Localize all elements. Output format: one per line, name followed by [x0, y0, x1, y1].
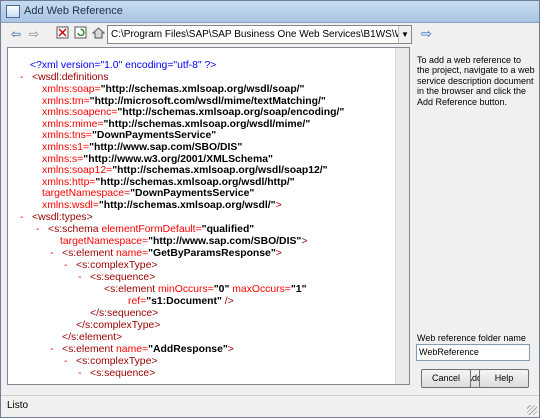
title-bar: Add Web Reference — [1, 1, 539, 23]
schema-open: - <s:schema elementFormDefault="qualified… — [36, 224, 255, 236]
attribute-name: xmlns:soap= — [42, 84, 101, 95]
definitions-attribute: xmlns:wsdl="http://schemas.xmlsoap.org/w… — [42, 200, 282, 212]
chevron-down-icon[interactable]: ▼ — [398, 26, 411, 43]
attribute-name: xmlns:soapenc= — [42, 107, 118, 119]
attribute-value: "http://schemas.xmlsoap.org/wsdl/http/" — [95, 176, 295, 188]
schema-target-namespace: targetNamespace="http://www.sap.com/SBO/… — [60, 236, 308, 247]
complextype-open: - <s:complexType> — [64, 260, 158, 272]
xml-declaration: <?xml version="1.0" encoding="utf-8" ?> — [30, 60, 217, 71]
collapse-toggle[interactable]: - — [78, 272, 90, 284]
attribute-value: "DownPaymentsService" — [91, 130, 217, 142]
collapse-toggle[interactable]: - — [20, 72, 32, 84]
wsdl-browser-pane[interactable]: <?xml version="1.0" encoding="utf-8" ?> … — [7, 47, 410, 385]
home-icon[interactable] — [91, 26, 105, 43]
definitions-attribute: xmlns:s1="http://www.sap.com/SBO/DIS" — [42, 142, 242, 154]
help-button[interactable]: Help — [479, 369, 529, 388]
definitions-attribute: xmlns:s="http://www.w3.org/2001/XMLSchem… — [42, 154, 273, 166]
sequence-open: - <s:sequence> — [78, 368, 156, 380]
attribute-value: "http://www.w3.org/2001/XMLSchema" — [83, 153, 273, 165]
attribute-name: xmlns:wsdl= — [42, 200, 99, 211]
window-title: Add Web Reference — [24, 5, 123, 17]
inner-element: <s:element minOccurs="0" maxOccurs="1" — [104, 284, 307, 295]
folder-name-input[interactable]: WebReference — [416, 344, 530, 361]
sequence-close: </s:sequence> — [90, 308, 159, 319]
complextype-close: </s:complexType> — [76, 320, 161, 331]
definitions-attribute: targetNamespace="DownPaymentsService" — [42, 188, 254, 200]
toolbar: ⇦ ⇨ C:\Program Files\SAP\SAP Business On… — [3, 24, 537, 46]
sequence-open: - <s:sequence> — [78, 272, 156, 284]
collapse-toggle[interactable]: - — [20, 212, 32, 224]
status-bar: Listo — [1, 395, 539, 417]
attribute-value: "http://schemas.xmlsoap.org/soap/encodin… — [117, 107, 345, 119]
types-open: - <wsdl:types> — [20, 212, 93, 224]
tag-close: > — [275, 200, 282, 211]
resize-grip[interactable] — [527, 405, 537, 415]
collapse-toggle[interactable]: - — [50, 248, 62, 260]
instructions-text: To add a web reference to the project, n… — [417, 55, 535, 107]
stop-icon[interactable] — [55, 26, 69, 43]
attribute-value: "http://schemas.xmlsoap.org/wsdl/soap/" — [100, 84, 305, 95]
definitions-attribute: xmlns:soap="http://schemas.xmlsoap.org/w… — [42, 84, 304, 96]
status-text: Listo — [7, 400, 29, 411]
collapse-toggle[interactable]: - — [78, 368, 90, 380]
window-icon — [6, 5, 20, 18]
cancel-button[interactable]: Cancel — [421, 369, 471, 388]
attribute-name: xmlns:tns= — [42, 130, 92, 142]
attribute-name: xmlns:soap12= — [42, 165, 113, 177]
element-getbyparams: - <s:element name="GetByParamsResponse"> — [50, 248, 282, 260]
forward-button[interactable]: ⇨ — [27, 26, 41, 43]
back-button[interactable]: ⇦ — [9, 26, 23, 43]
side-panel: To add a web reference to the project, n… — [413, 47, 537, 388]
definitions-attribute: xmlns:tm="http://microsoft.com/wsdl/mime… — [42, 96, 326, 108]
collapse-toggle[interactable]: - — [64, 356, 76, 368]
vertical-scrollbar[interactable] — [395, 48, 409, 384]
element-close: </s:element> — [62, 332, 123, 343]
definitions-attribute: xmlns:soap12="http://schemas.xmlsoap.org… — [42, 165, 328, 177]
folder-name-label: Web reference folder name — [417, 333, 526, 343]
attribute-value: "http://schemas.xmlsoap.org/wsdl/mime/" — [103, 118, 311, 130]
complextype-open: - <s:complexType> — [64, 356, 158, 368]
inner-element-ref: ref="s1:Document" /> — [128, 296, 234, 307]
attribute-name: xmlns:http= — [42, 176, 96, 188]
attribute-name: xmlns:mime= — [42, 118, 104, 130]
add-web-reference-dialog: Add Web Reference ⇦ ⇨ C:\Program Files\S… — [0, 0, 540, 418]
definitions-attribute: xmlns:http="http://schemas.xmlsoap.org/w… — [42, 177, 295, 189]
refresh-icon[interactable] — [73, 26, 87, 43]
attribute-name: targetNamespace= — [42, 188, 131, 200]
collapse-toggle[interactable]: - — [50, 344, 62, 356]
attribute-name: xmlns:tm= — [42, 95, 90, 107]
attribute-value: "http://www.sap.com/SBO/DIS" — [89, 142, 243, 153]
collapse-toggle[interactable]: - — [36, 224, 48, 236]
definitions-open: - <wsdl:definitions — [20, 72, 109, 84]
attribute-name: xmlns:s= — [42, 153, 84, 165]
go-button[interactable]: ⇨ — [421, 26, 432, 42]
element-addresponse: - <s:element name="AddResponse"> — [50, 344, 234, 356]
definitions-attribute: xmlns:tns="DownPaymentsService" — [42, 130, 216, 142]
collapse-toggle[interactable]: - — [64, 260, 76, 272]
address-input[interactable]: C:\Program Files\SAP\SAP Business One We… — [107, 25, 412, 44]
attribute-value: "http://schemas.xmlsoap.org/wsdl/soap12/… — [112, 165, 328, 177]
attribute-value: "http://schemas.xmlsoap.org/wsdl/" — [98, 200, 276, 211]
address-text: C:\Program Files\SAP\SAP Business One We… — [111, 29, 411, 40]
attribute-value: "DownPaymentsService" — [130, 188, 255, 200]
definitions-attribute: xmlns:soapenc="http://schemas.xmlsoap.or… — [42, 107, 344, 119]
definitions-attribute: xmlns:mime="http://schemas.xmlsoap.org/w… — [42, 119, 310, 131]
attribute-name: xmlns:s1= — [42, 142, 90, 153]
attribute-value: "http://microsoft.com/wsdl/mime/textMatc… — [89, 95, 326, 107]
